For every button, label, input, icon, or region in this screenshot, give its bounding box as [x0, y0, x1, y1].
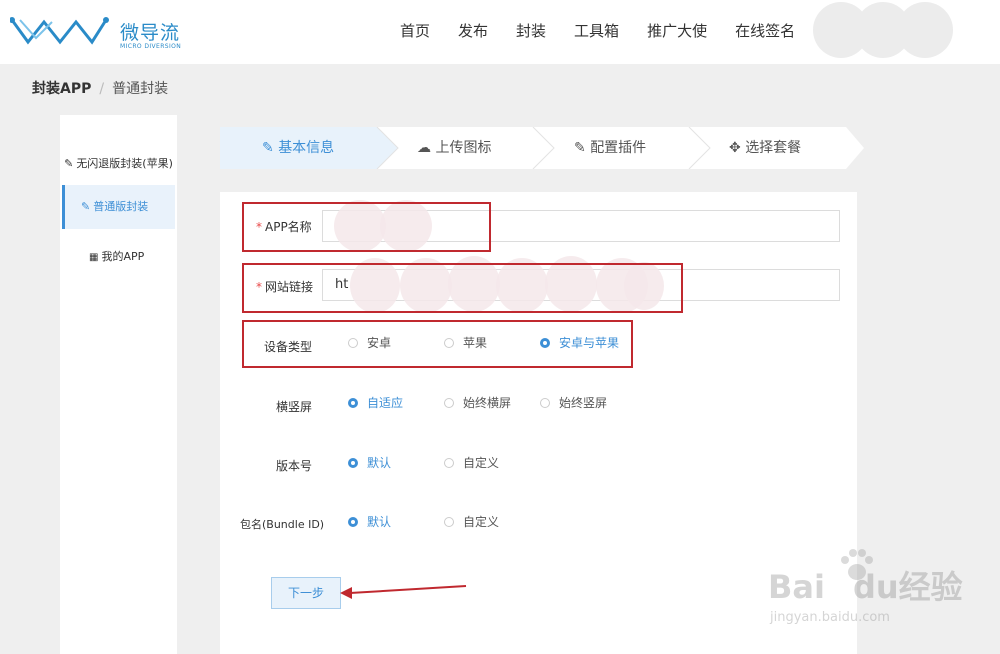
- radio-version-custom[interactable]: 自定义: [444, 454, 499, 471]
- cloud-upload-icon: ☁: [417, 140, 431, 156]
- radio-always-portrait[interactable]: 始终竖屏: [540, 394, 607, 411]
- version-label: 版本号: [276, 459, 313, 473]
- sidebar-item-label: 我的APP: [101, 250, 145, 263]
- breadcrumb-sub: 普通封装: [112, 81, 169, 97]
- radio-bundle-custom[interactable]: 自定义: [444, 513, 499, 530]
- logo[interactable]: 微导流 MICRO DIVERSION: [10, 8, 182, 52]
- highlight-box-device: [242, 320, 633, 368]
- move-icon: ✥: [729, 140, 741, 156]
- step-label: 基本信息: [278, 140, 335, 156]
- step-basic-info[interactable]: ✎ 基本信息: [262, 127, 334, 169]
- breadcrumb-current[interactable]: 封装APP: [32, 81, 91, 97]
- step-bar: ✎ 基本信息 ☁ 上传图标 ✎ 配置插件 ✥ 选择套餐: [220, 127, 864, 169]
- radio-bundle-default[interactable]: 默认: [348, 513, 391, 530]
- red-arrow-annotation: [340, 585, 467, 599]
- step-label: 选择套餐: [745, 140, 802, 156]
- nav-promoter[interactable]: 推广大使: [647, 20, 707, 41]
- radio-adaptive[interactable]: 自适应: [348, 394, 403, 411]
- step-choose-plan[interactable]: ✥ 选择套餐: [729, 127, 801, 169]
- sidebar-item-my-app[interactable]: ▦ 我的APP: [62, 248, 175, 264]
- sidebar-item-label: 无闪退版封装(苹果): [76, 157, 173, 170]
- user-area-redacted[interactable]: [813, 2, 953, 60]
- radio-dot: [444, 398, 454, 408]
- nav-online-sign[interactable]: 在线签名: [735, 20, 795, 41]
- baidu-watermark: Bai du经验 jingyan.baidu.com: [768, 548, 968, 638]
- breadcrumb: 封装APP / 普通封装: [32, 78, 168, 98]
- radio-dot: [348, 517, 358, 527]
- main-nav: 首页 发布 封装 工具箱 推广大使 在线签名: [400, 20, 823, 41]
- watermark-url: jingyan.baidu.com: [770, 610, 890, 625]
- radio-dot: [540, 398, 550, 408]
- highlight-box-website: [242, 263, 683, 313]
- edit-icon: ✎: [81, 200, 91, 213]
- watermark-brand: Bai du经验: [768, 568, 963, 606]
- bundle-label: 包名(Bundle ID): [240, 518, 325, 531]
- nav-toolbox[interactable]: 工具箱: [574, 20, 619, 41]
- step-label: 上传图标: [435, 140, 492, 156]
- radio-dot: [444, 517, 454, 527]
- nav-home[interactable]: 首页: [400, 20, 430, 41]
- orientation-label: 横竖屏: [276, 400, 313, 414]
- radio-dot: [444, 458, 454, 468]
- grid-icon: ▦: [89, 252, 99, 263]
- radio-dot: [348, 458, 358, 468]
- nav-publish[interactable]: 发布: [458, 20, 488, 41]
- edit-icon: ✎: [64, 157, 74, 170]
- step-upload-icon[interactable]: ☁ 上传图标: [417, 127, 491, 169]
- radio-always-landscape[interactable]: 始终横屏: [444, 394, 511, 411]
- brand-name: 微导流: [120, 22, 181, 44]
- step-label: 配置插件: [590, 140, 647, 156]
- edit-icon: ✎: [574, 140, 586, 156]
- logo-mark-icon: [10, 17, 109, 45]
- highlight-box-app-name: [242, 202, 491, 252]
- sidebar-item-no-crash[interactable]: ✎ 无闪退版封装(苹果): [62, 155, 175, 171]
- sidebar-item-label: 普通版封装: [93, 200, 149, 213]
- sidebar-item-normal[interactable]: ✎ 普通版封装: [62, 185, 175, 229]
- nav-package[interactable]: 封装: [516, 20, 546, 41]
- radio-version-default[interactable]: 默认: [348, 454, 391, 471]
- pencil-icon: ✎: [262, 140, 274, 156]
- breadcrumb-separator: /: [99, 81, 105, 97]
- brand-name-en: MICRO DIVERSION: [120, 43, 182, 50]
- sidebar: ✎ 无闪退版封装(苹果) ✎ 普通版封装 ▦ 我的APP: [60, 115, 177, 654]
- step-config-plugin[interactable]: ✎ 配置插件: [574, 127, 646, 169]
- next-step-button[interactable]: 下一步: [271, 577, 341, 609]
- radio-dot: [348, 398, 358, 408]
